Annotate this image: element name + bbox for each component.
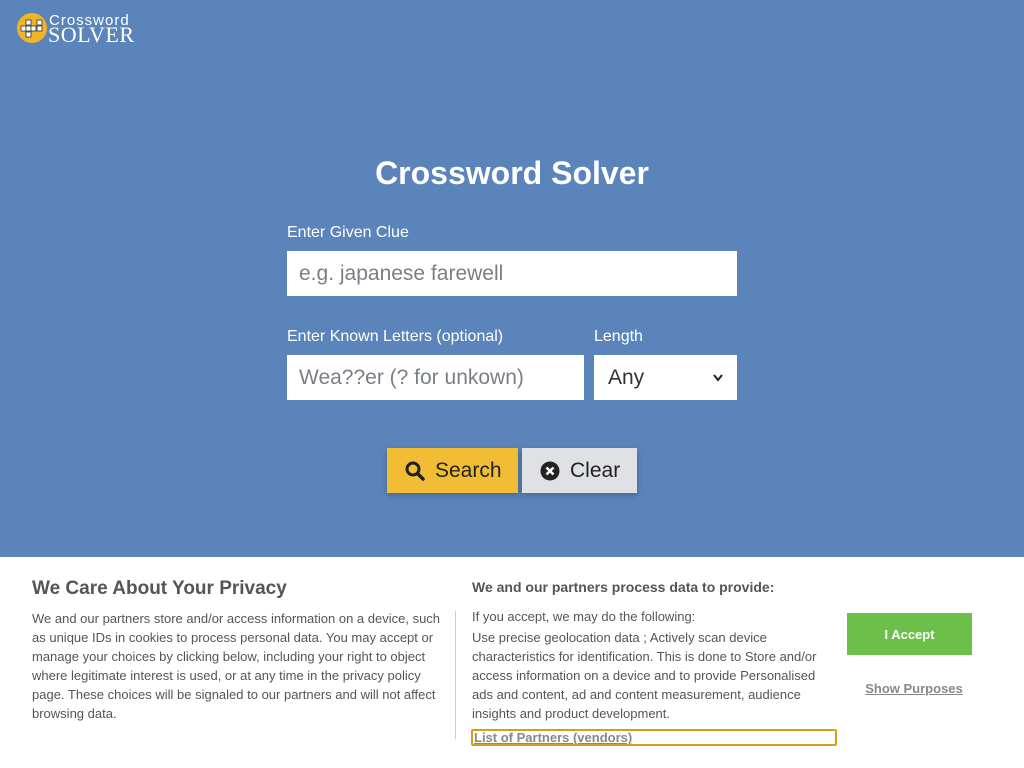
privacy-banner: We Care About Your Privacy We and our pa… bbox=[0, 557, 1024, 768]
privacy-purposes-text: Use precise geolocation data ; Actively … bbox=[472, 630, 817, 721]
show-purposes-link[interactable]: Show Purposes bbox=[847, 681, 981, 696]
search-button[interactable]: Search bbox=[387, 448, 518, 493]
clue-input[interactable] bbox=[287, 251, 737, 296]
accept-button[interactable]: I Accept bbox=[847, 613, 972, 655]
search-button-label: Search bbox=[435, 458, 502, 482]
privacy-purposes-heading: We and our partners process data to prov… bbox=[472, 579, 775, 595]
privacy-divider bbox=[455, 611, 456, 739]
partners-list-link[interactable]: List of Partners (vendors) bbox=[471, 729, 837, 746]
hero-section: Crossword SOLVER Crossword Solver Enter … bbox=[0, 0, 1024, 557]
privacy-title: We Care About Your Privacy bbox=[32, 578, 287, 599]
privacy-purposes-intro: If you accept, we may do the following: bbox=[472, 609, 696, 624]
length-select[interactable]: Any bbox=[594, 355, 737, 400]
crossword-grid-icon bbox=[20, 19, 43, 38]
close-circle-icon bbox=[540, 461, 560, 481]
privacy-body: We and our partners store and/or access … bbox=[32, 611, 441, 721]
known-letters-label: Enter Known Letters (optional) bbox=[287, 328, 504, 345]
clear-button[interactable]: Clear bbox=[522, 448, 637, 493]
logo-text-bottom: SOLVER bbox=[48, 22, 135, 47]
known-letters-input[interactable] bbox=[287, 355, 584, 400]
clue-label: Enter Given Clue bbox=[287, 224, 409, 241]
search-icon bbox=[405, 461, 425, 481]
site-logo[interactable]: Crossword SOLVER bbox=[16, 12, 146, 47]
length-label: Length bbox=[594, 328, 643, 345]
clear-button-label: Clear bbox=[570, 458, 621, 482]
page-title: Crossword Solver bbox=[375, 155, 649, 191]
length-select-value: Any bbox=[608, 365, 645, 389]
chevron-down-icon bbox=[713, 373, 723, 382]
